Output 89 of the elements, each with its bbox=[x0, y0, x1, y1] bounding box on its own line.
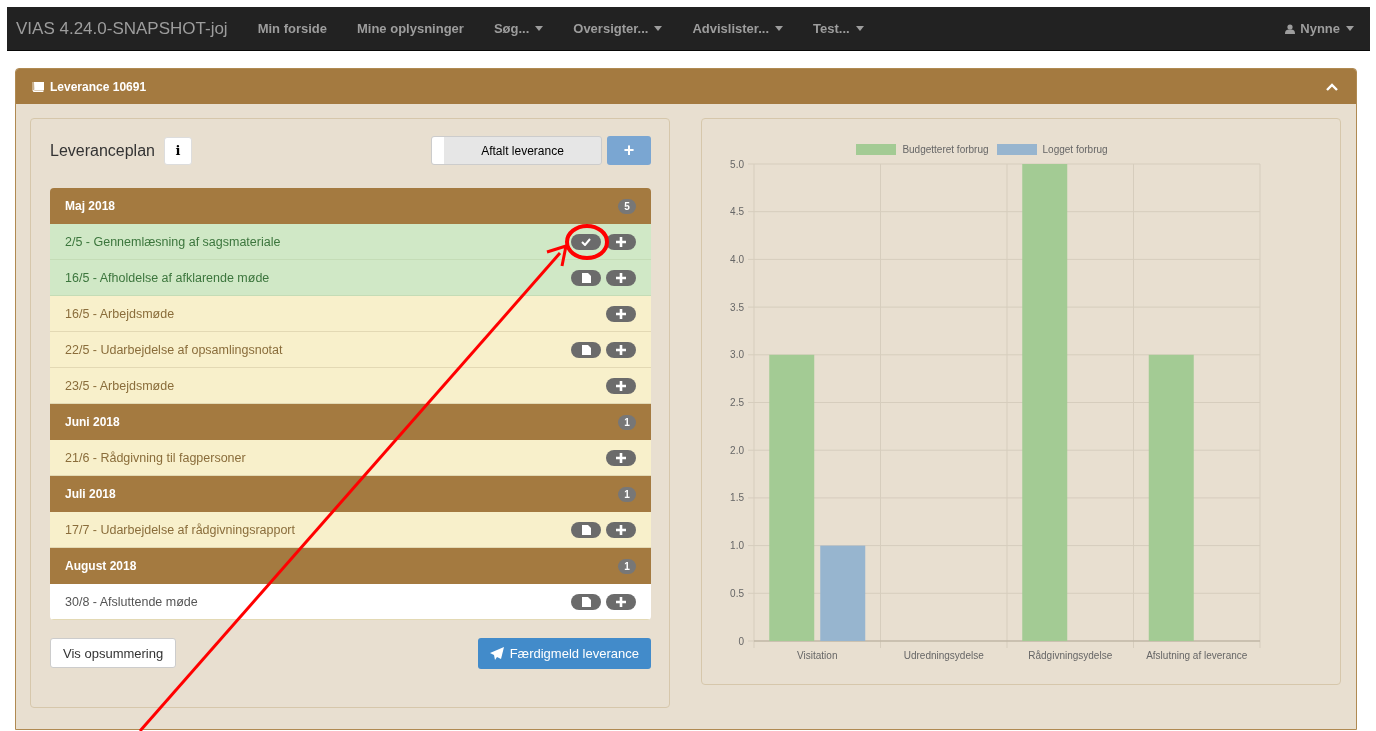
document-button[interactable] bbox=[571, 593, 601, 610]
activity-row[interactable]: 21/6 - Rådgivning til fagpersoner bbox=[50, 440, 651, 476]
legend-swatch bbox=[996, 143, 1037, 155]
app-brand[interactable]: VIAS 4.24.0-SNAPSHOT-joj bbox=[7, 18, 243, 39]
month-label: August 2018 bbox=[65, 559, 138, 573]
book-icon bbox=[32, 81, 44, 92]
plus-button[interactable] bbox=[606, 593, 636, 610]
plus-icon bbox=[616, 344, 626, 355]
x-axis-label: Afslutning af leverance bbox=[1146, 650, 1248, 661]
nav-link[interactable]: Søg... bbox=[478, 21, 559, 36]
activity-row[interactable]: 2/5 - Gennemlæsning af sagsmateriale bbox=[50, 224, 651, 260]
activity-label: 30/8 - Afsluttende møde bbox=[65, 594, 199, 609]
legend-label: Budgetteret forbrug bbox=[902, 143, 989, 155]
section-title: Leveranceplan bbox=[50, 141, 155, 160]
summary-button[interactable]: Vis opsummering bbox=[50, 638, 177, 668]
document-button[interactable] bbox=[571, 521, 601, 538]
document-icon bbox=[581, 596, 591, 607]
y-tick-label: 5.0 bbox=[730, 158, 744, 170]
y-tick-label: 4.5 bbox=[730, 206, 744, 218]
user-menu[interactable]: Nynne bbox=[1270, 21, 1370, 36]
activity-label: 17/7 - Udarbejdelse af rådgivningsrapport bbox=[65, 522, 296, 537]
info-button[interactable]: i bbox=[163, 136, 192, 165]
plus-button[interactable] bbox=[606, 521, 636, 538]
month-label: Juli 2018 bbox=[65, 487, 117, 501]
panel-title: Leverance 10691 bbox=[50, 79, 147, 94]
month-label: Maj 2018 bbox=[65, 199, 117, 213]
nav-link[interactable]: Mine oplysninger bbox=[342, 21, 479, 36]
y-tick-label: 0 bbox=[738, 635, 744, 647]
count-badge: 1 bbox=[618, 414, 636, 430]
activity-label: 2/5 - Gennemlæsning af sagsmateriale bbox=[65, 234, 282, 249]
plus-button[interactable] bbox=[606, 233, 636, 250]
plus-icon bbox=[616, 272, 626, 283]
activity-row[interactable]: 16/5 - Afholdelse af afklarende møde bbox=[50, 260, 651, 296]
send-icon bbox=[489, 647, 504, 660]
activity-row[interactable]: 30/8 - Afsluttende møde bbox=[50, 584, 651, 620]
plus-button[interactable] bbox=[606, 449, 636, 466]
nav-link[interactable]: Min forside bbox=[242, 21, 342, 36]
activity-label: 16/5 - Afholdelse af afklarende møde bbox=[65, 270, 271, 285]
plus-icon bbox=[616, 236, 626, 247]
legend-label: Logget forbrug bbox=[1042, 143, 1108, 155]
plus-button[interactable] bbox=[606, 377, 636, 394]
plus-icon bbox=[616, 452, 626, 463]
nav-link[interactable]: Advislister... bbox=[677, 21, 799, 36]
activity-row[interactable]: 23/5 - Arbejdsmøde bbox=[50, 368, 651, 404]
y-tick-label: 1.0 bbox=[730, 540, 744, 552]
document-button[interactable] bbox=[571, 341, 601, 358]
document-icon bbox=[581, 344, 591, 355]
activity-label: 21/6 - Rådgivning til fagpersoner bbox=[65, 450, 247, 465]
document-icon bbox=[581, 524, 591, 535]
complete-button[interactable]: Færdigmeld leverance bbox=[477, 638, 651, 669]
nav-link[interactable]: Oversigter... bbox=[558, 21, 678, 36]
plus-icon bbox=[616, 596, 626, 607]
user-icon bbox=[1285, 23, 1296, 34]
plus-button[interactable] bbox=[606, 269, 636, 286]
y-tick-label: 2.5 bbox=[730, 397, 744, 408]
activity-label: 16/5 - Arbejdsmøde bbox=[65, 306, 176, 321]
y-tick-label: 4.0 bbox=[730, 253, 744, 265]
document-icon bbox=[581, 272, 591, 283]
x-axis-label: Visitation bbox=[797, 650, 838, 661]
activity-row[interactable]: 17/7 - Udarbejdelse af rådgivningsrapport bbox=[50, 512, 651, 548]
y-tick-label: 1.5 bbox=[730, 492, 744, 504]
check-icon bbox=[581, 237, 591, 246]
y-tick-label: 3.0 bbox=[730, 349, 744, 361]
y-tick-label: 3.5 bbox=[730, 301, 744, 313]
count-badge: 5 bbox=[618, 198, 636, 214]
toggle-switch[interactable]: Aftalt leverance bbox=[431, 136, 602, 165]
activity-row[interactable]: 22/5 - Udarbejdelse af opsamlingsnotat bbox=[50, 332, 651, 368]
nav-link[interactable]: Test... bbox=[798, 21, 879, 36]
user-name: Nynne bbox=[1300, 21, 1340, 36]
count-badge: 1 bbox=[618, 486, 636, 502]
y-tick-label: 2.0 bbox=[730, 444, 744, 456]
plus-icon bbox=[616, 380, 626, 391]
plus-button[interactable] bbox=[606, 341, 636, 358]
plus-icon bbox=[616, 524, 626, 535]
x-axis-label: Udredningsydelse bbox=[903, 650, 984, 661]
y-tick-label: 0.5 bbox=[730, 587, 744, 599]
plus-button[interactable] bbox=[606, 305, 636, 322]
activity-label: 23/5 - Arbejdsmøde bbox=[65, 378, 176, 393]
month-label: Juni 2018 bbox=[65, 415, 121, 429]
chevron-up-icon bbox=[1326, 82, 1338, 91]
highlight-circle bbox=[565, 224, 609, 260]
plus-icon bbox=[616, 308, 626, 319]
activity-row[interactable]: 16/5 - Arbejdsmøde bbox=[50, 296, 651, 332]
x-axis-label: Rådgivningsydelse bbox=[1028, 650, 1113, 661]
check-button[interactable] bbox=[571, 233, 601, 250]
document-button[interactable] bbox=[571, 269, 601, 286]
legend-swatch bbox=[856, 143, 897, 155]
count-badge: 1 bbox=[618, 558, 636, 574]
activity-label: 22/5 - Udarbejdelse af opsamlingsnotat bbox=[65, 342, 284, 357]
